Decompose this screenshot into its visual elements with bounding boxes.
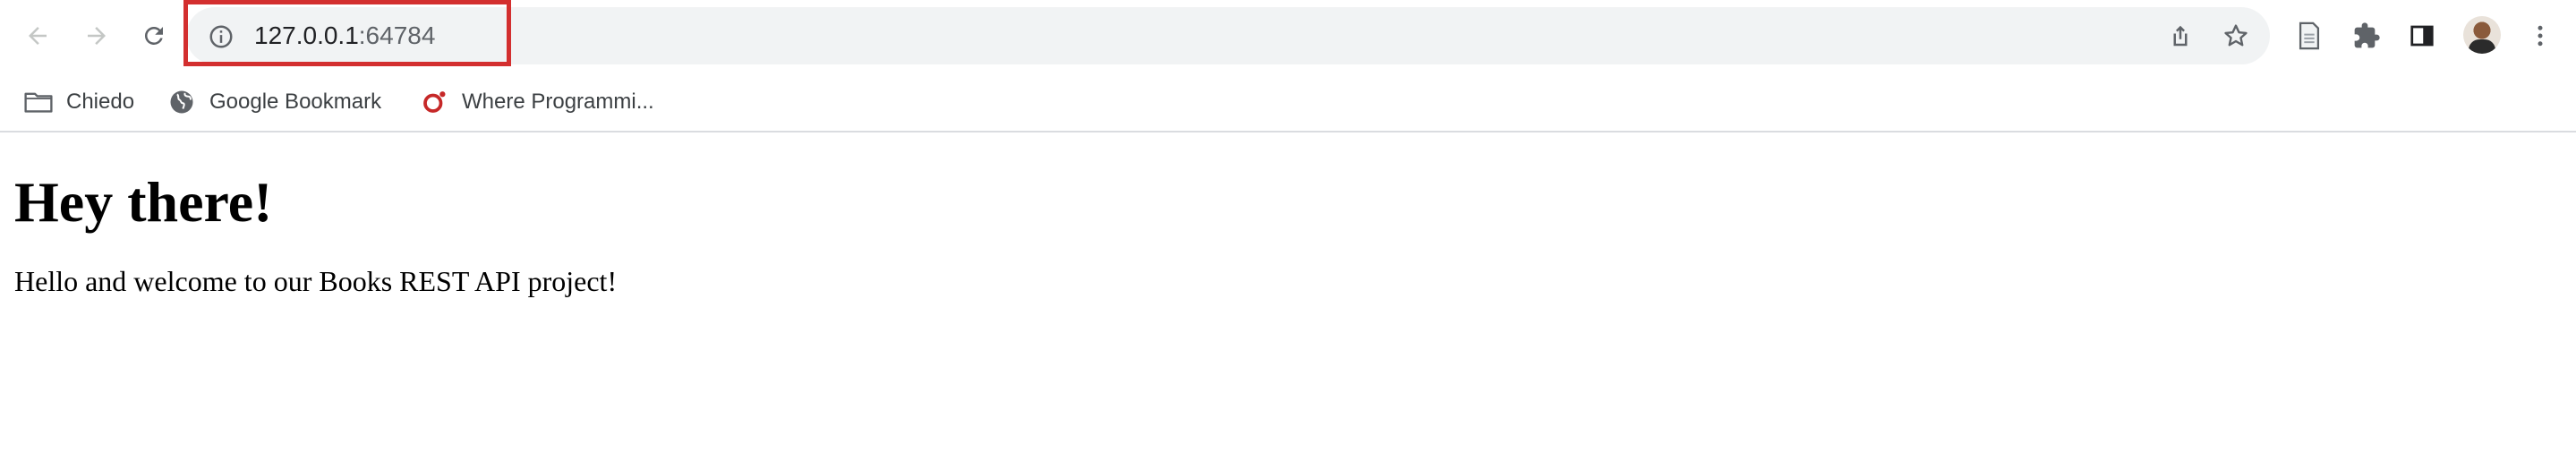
site-logo-icon bbox=[419, 89, 449, 115]
bookmark-google[interactable]: Google Bookmark bbox=[166, 84, 381, 120]
browser-toolbar: 127.0.0.1:64784 bbox=[0, 0, 2576, 72]
forward-arrow-icon bbox=[88, 27, 106, 45]
bookmark-star-button[interactable] bbox=[2220, 20, 2252, 52]
share-icon bbox=[2173, 25, 2188, 47]
share-button[interactable] bbox=[2164, 20, 2196, 52]
bookmark-label: Chiedo bbox=[66, 90, 135, 114]
url-host: 127.0.0.1 bbox=[254, 21, 359, 49]
back-button[interactable] bbox=[18, 16, 57, 56]
address-bar-url[interactable]: 127.0.0.1:64784 bbox=[254, 20, 435, 52]
star-icon bbox=[2224, 24, 2248, 47]
puzzle-icon bbox=[2354, 22, 2380, 48]
bookmark-where-programmi[interactable]: Where Programmi... bbox=[419, 84, 654, 120]
side-panel-button[interactable] bbox=[2404, 18, 2440, 54]
reload-button[interactable] bbox=[134, 16, 174, 56]
folder-icon bbox=[23, 89, 54, 115]
reload-icon bbox=[144, 26, 163, 45]
document-icon bbox=[2299, 21, 2320, 50]
info-icon bbox=[209, 25, 233, 48]
bookmark-label: Google Bookmark bbox=[209, 90, 382, 114]
extensions-button[interactable] bbox=[2349, 18, 2384, 54]
welcome-paragraph: Hello and welcome to our Books REST API … bbox=[14, 265, 618, 297]
bookmarks-bar: Chiedo Google Bookmark Where Programmi..… bbox=[0, 72, 2576, 132]
bookmark-label: Where Programmi... bbox=[462, 90, 654, 114]
globe-icon bbox=[166, 89, 197, 115]
page-content: Hey there! Hello and welcome to our Book… bbox=[14, 143, 617, 299]
profile-avatar[interactable] bbox=[2463, 16, 2501, 54]
browser-menu-button[interactable] bbox=[2522, 18, 2558, 54]
url-port: :64784 bbox=[358, 21, 436, 49]
side-panel-icon bbox=[2410, 25, 2434, 47]
page-heading: Hey there! bbox=[14, 170, 273, 234]
back-arrow-icon bbox=[29, 27, 47, 45]
reading-list-button[interactable] bbox=[2291, 18, 2327, 54]
site-info-button[interactable] bbox=[208, 23, 235, 50]
forward-button[interactable] bbox=[77, 16, 116, 56]
kebab-menu-icon bbox=[2538, 25, 2543, 47]
bookmark-folder-chiedo[interactable]: Chiedo bbox=[23, 84, 134, 120]
